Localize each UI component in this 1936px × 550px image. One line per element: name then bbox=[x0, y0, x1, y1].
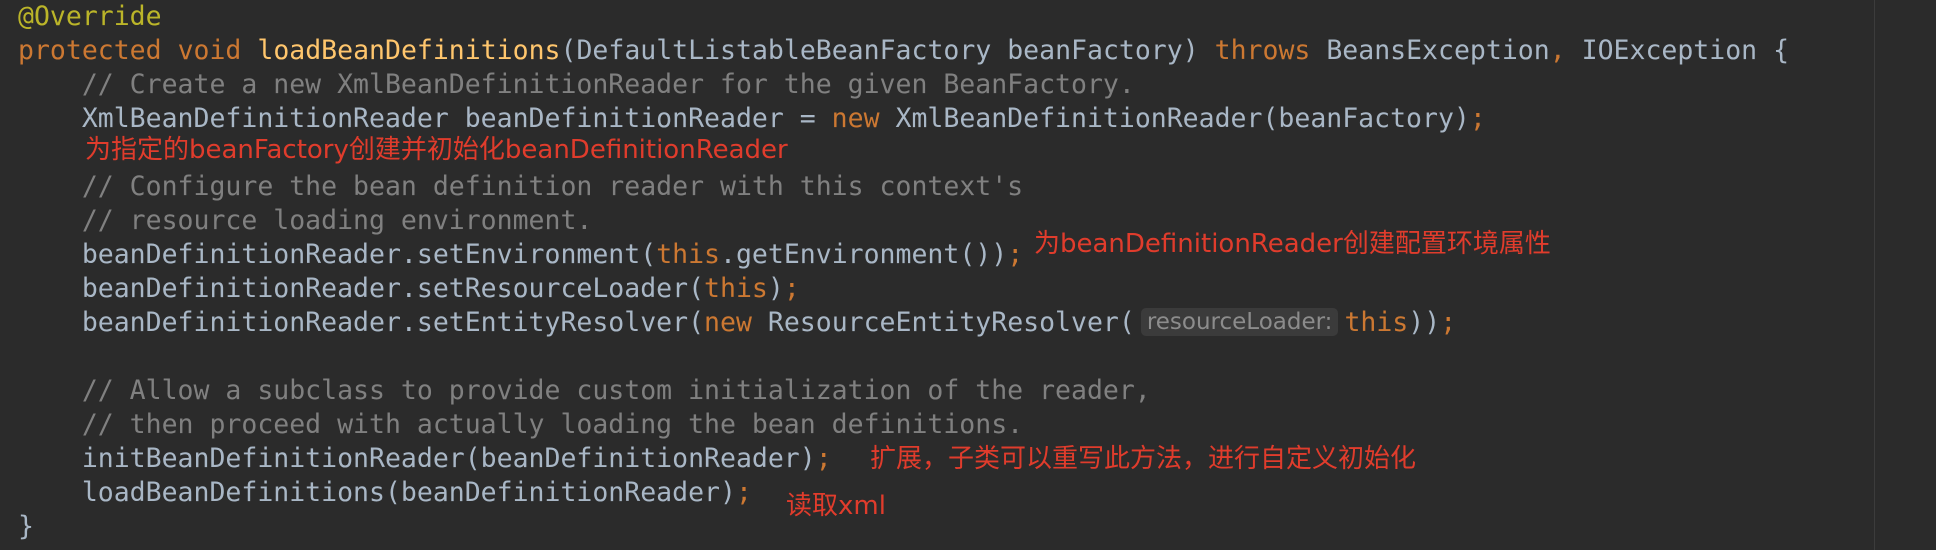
code-token: beanDefinitionReader.setEntityResolver( bbox=[18, 307, 705, 338]
code-token: void bbox=[177, 35, 242, 66]
code-line[interactable]: // Create a new XmlBeanDefinitionReader … bbox=[18, 68, 1135, 102]
code-line[interactable]: beanDefinitionReader.setResourceLoader(t… bbox=[18, 272, 800, 306]
annotation-extend: 扩展，子类可以重写此方法，进行自定义初始化 bbox=[870, 444, 1417, 474]
annotation-read-xml: 读取xml bbox=[786, 491, 886, 521]
code-token: ; bbox=[735, 477, 752, 508]
code-token: // resource loading environment. bbox=[18, 205, 593, 236]
code-token: throws bbox=[1214, 35, 1311, 66]
code-line[interactable]: } bbox=[18, 510, 34, 544]
code-token: XmlBeanDefinitionReader(beanFactory) bbox=[879, 103, 1470, 134]
code-line[interactable]: protected void loadBeanDefinitions(Defau… bbox=[18, 34, 1789, 68]
code-token: ; bbox=[1440, 307, 1457, 338]
code-token: XmlBeanDefinitionReader beanDefinitionRe… bbox=[18, 103, 832, 134]
code-token: // Create a new XmlBeanDefinitionReader … bbox=[18, 69, 1135, 100]
code-line[interactable]: // Allow a subclass to provide custom in… bbox=[18, 374, 1151, 408]
code-line[interactable]: beanDefinitionReader.setEntityResolver(n… bbox=[18, 306, 1456, 340]
code-token: .getEnvironment()) bbox=[720, 239, 1008, 270]
code-line[interactable]: // then proceed with actually loading th… bbox=[18, 408, 1023, 442]
code-token: beanDefinitionReader.setEnvironment( bbox=[18, 239, 657, 270]
code-token: ; bbox=[783, 273, 800, 304]
code-token: )) bbox=[1408, 307, 1441, 338]
code-line[interactable]: XmlBeanDefinitionReader beanDefinitionRe… bbox=[18, 102, 1486, 136]
code-token: // then proceed with actually loading th… bbox=[18, 409, 1024, 440]
code-token: , bbox=[1549, 35, 1566, 66]
code-token: new bbox=[831, 103, 880, 134]
code-line[interactable]: beanDefinitionReader.setEnvironment(this… bbox=[18, 238, 1023, 272]
annotation-environment: 为beanDefinitionReader创建配置环境属性 bbox=[1034, 229, 1551, 259]
code-line[interactable]: loadBeanDefinitions(beanDefinitionReader… bbox=[18, 476, 752, 510]
code-token: @Override bbox=[18, 1, 162, 32]
code-token: new bbox=[704, 307, 752, 338]
code-token: ; bbox=[1469, 103, 1486, 134]
code-token: } bbox=[18, 511, 34, 542]
code-token: ; bbox=[1007, 239, 1024, 270]
right-margin-guide bbox=[1874, 0, 1875, 550]
annotation-create-reader: 为指定的beanFactory创建并初始化beanDefinitionReade… bbox=[85, 135, 788, 165]
code-token: ) bbox=[767, 273, 784, 304]
code-token: this bbox=[704, 273, 768, 304]
code-token: this bbox=[1344, 307, 1409, 338]
code-line[interactable]: @Override bbox=[18, 0, 162, 34]
code-token: (DefaultListableBeanFactory beanFactory) bbox=[560, 35, 1215, 66]
code-token: loadBeanDefinitions(beanDefinitionReader… bbox=[18, 477, 736, 508]
code-token: BeansException bbox=[1310, 35, 1550, 66]
code-token: ResourceEntityResolver( bbox=[751, 307, 1135, 338]
code-token: initBeanDefinitionReader(beanDefinitionR… bbox=[18, 443, 816, 474]
code-token: this bbox=[656, 239, 721, 270]
code-token: beanDefinitionReader.setResourceLoader( bbox=[18, 273, 705, 304]
code-line[interactable]: initBeanDefinitionReader(beanDefinitionR… bbox=[18, 442, 832, 476]
parameter-hint: resourceLoader: bbox=[1140, 308, 1339, 336]
code-token: loadBeanDefinitions bbox=[257, 35, 561, 66]
code-token: IOException { bbox=[1565, 35, 1790, 66]
code-line[interactable]: // resource loading environment. bbox=[18, 204, 593, 238]
code-token: ; bbox=[815, 443, 832, 474]
code-token: protected bbox=[18, 35, 162, 66]
code-editor[interactable]: @Override protected void loadBeanDefiniti… bbox=[0, 0, 1936, 550]
code-line[interactable]: // Configure the bean definition reader … bbox=[18, 170, 1023, 204]
code-token: // Configure the bean definition reader … bbox=[18, 171, 1024, 202]
code-token: // Allow a subclass to provide custom in… bbox=[18, 375, 1151, 406]
